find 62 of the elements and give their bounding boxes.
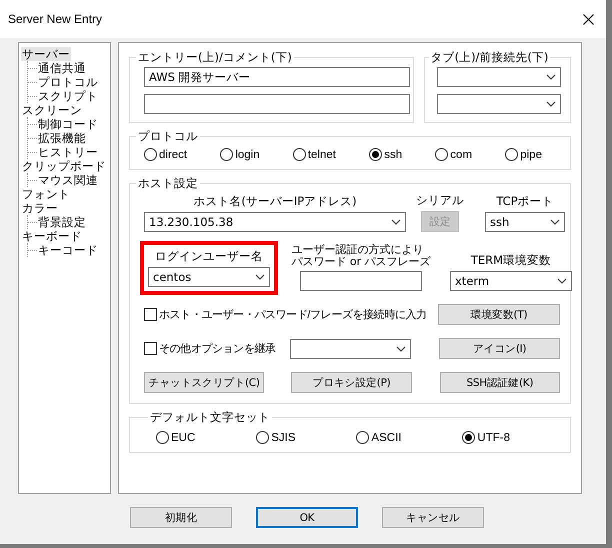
radio-label: ASCII: [371, 432, 402, 444]
tree-item[interactable]: サーバー: [21, 47, 71, 61]
tree-item[interactable]: 制御コード: [37, 117, 99, 131]
radio-label: EUC: [171, 432, 196, 444]
tree-item[interactable]: フォント: [21, 187, 71, 201]
radio-label: com: [450, 148, 472, 160]
auth-label: ユーザー認証の方式により パスワード or パスフレーズ: [291, 244, 431, 268]
radio-option[interactable]: UTF-8: [462, 431, 510, 444]
hostname-label: ホスト名(サーバーIPアドレス): [193, 194, 357, 209]
tree-item[interactable]: クリップボード: [21, 159, 107, 173]
tree-item[interactable]: スクリプト: [37, 89, 99, 103]
radio-label: telnet: [308, 148, 336, 160]
icon-button[interactable]: アイコン(I): [439, 338, 560, 359]
radio-option[interactable]: login: [220, 148, 260, 161]
radio-label: UTF-8: [477, 432, 510, 444]
term-dropdown[interactable]: xterm: [450, 271, 572, 291]
group-title: タブ(上)/前接続先(下): [430, 50, 550, 65]
term-label: TERM環境変数: [470, 253, 552, 268]
radio-label: pipe: [520, 148, 542, 160]
tree-item[interactable]: 背景設定: [37, 215, 87, 229]
radio-label: login: [235, 148, 260, 160]
entry-field[interactable]: AWS 開発サーバー: [144, 67, 410, 87]
login-user-label: ログインユーザー名: [155, 249, 263, 264]
checkbox-label: その他オプションを継承: [159, 342, 276, 356]
group-title: エントリー(上)/コメント(下): [137, 50, 293, 65]
ssh-key-button[interactable]: SSH認証鍵(K): [440, 372, 560, 393]
tree-item[interactable]: カラー: [21, 201, 59, 215]
radio-label: direct: [159, 148, 188, 160]
tree-item[interactable]: ヒストリー: [37, 145, 99, 159]
radio-option[interactable]: EUC: [156, 431, 196, 444]
tree-item[interactable]: 通信共通: [37, 61, 87, 75]
group-title: プロトコル: [137, 129, 199, 144]
tree-item[interactable]: マウス関連: [37, 173, 99, 187]
environment-button[interactable]: 環境変数(T): [438, 304, 560, 325]
tree-item[interactable]: キーコード: [37, 243, 99, 257]
radio-option[interactable]: SJIS: [256, 431, 296, 444]
tcp-port-label: TCPポート: [496, 194, 554, 209]
radio-option[interactable]: ssh: [369, 148, 402, 161]
tcp-port-dropdown[interactable]: ssh: [485, 212, 565, 232]
serial-label: シリアル: [416, 193, 464, 208]
proxy-settings-button[interactable]: プロキシ設定(P): [291, 372, 412, 393]
tree-item[interactable]: 拡張機能: [37, 131, 87, 145]
group-title: デフォルト文字セット: [149, 410, 271, 425]
radio-option[interactable]: telnet: [292, 148, 336, 161]
dialog-button[interactable]: OK: [256, 507, 358, 528]
radio-label: ssh: [384, 148, 402, 160]
radio-option[interactable]: com: [435, 148, 472, 161]
radio-option[interactable]: direct: [144, 148, 188, 161]
hostname-dropdown[interactable]: 13.230.105.38: [144, 212, 406, 232]
tree-item[interactable]: キーボード: [21, 229, 83, 243]
tree-item[interactable]: スクリーン: [21, 103, 83, 117]
window-title: Server New Entry: [8, 12, 102, 26]
login-user-dropdown[interactable]: centos: [148, 267, 270, 287]
radio-option[interactable]: pipe: [505, 148, 542, 161]
checkbox-option[interactable]: その他オプションを継承: [144, 341, 290, 356]
radio-label: SJIS: [271, 432, 296, 444]
dialog-button[interactable]: 初期化: [130, 507, 232, 528]
group-title: ホスト設定: [137, 176, 199, 191]
radio-option[interactable]: ASCII: [356, 431, 402, 444]
chat-script-button[interactable]: チャットスクリプト(C): [144, 372, 264, 393]
dialog-button[interactable]: キャンセル: [382, 507, 484, 528]
tree-item[interactable]: プロトコル: [37, 75, 99, 89]
